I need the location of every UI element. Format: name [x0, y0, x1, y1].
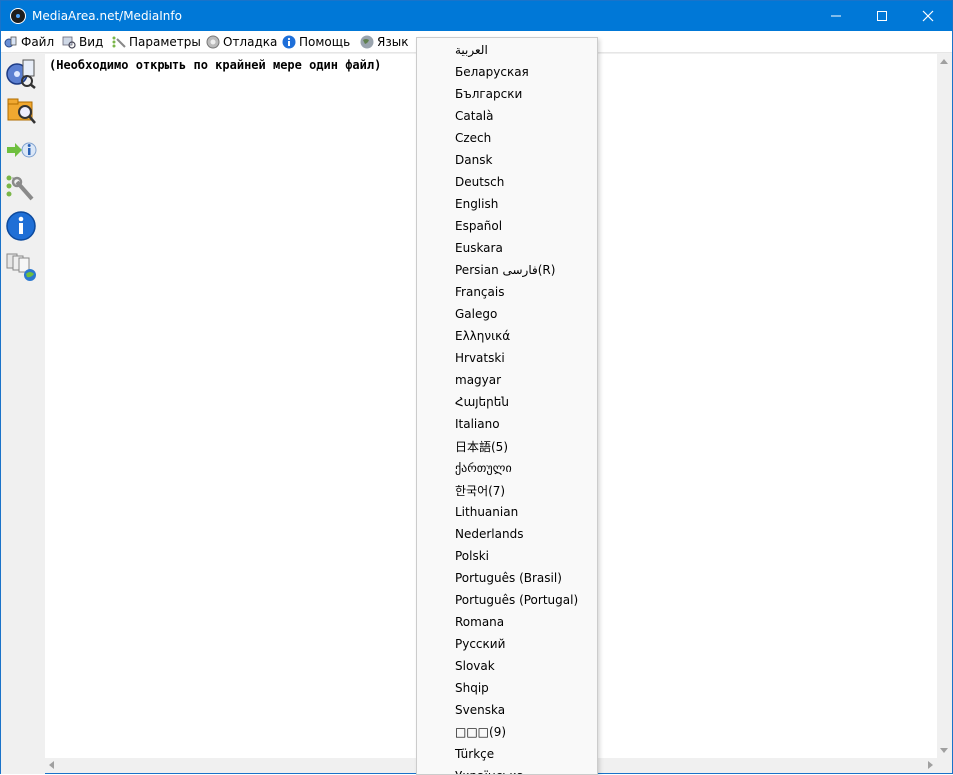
language-menu-item[interactable]: Hrvatski: [417, 347, 597, 369]
maximize-icon: [877, 11, 887, 21]
language-menu-item[interactable]: magyar: [417, 369, 597, 391]
about-button[interactable]: [5, 210, 37, 242]
side-toolbar: [1, 54, 45, 774]
menu-file[interactable]: Файл: [4, 31, 54, 53]
language-menu-item[interactable]: Nederlands: [417, 523, 597, 545]
language-menu-item[interactable]: Polski: [417, 545, 597, 567]
language-menu-item[interactable]: Czech: [417, 127, 597, 149]
menu-debug-label: Отладка: [223, 35, 278, 49]
menu-view-label: Вид: [79, 35, 104, 49]
vertical-scrollbar[interactable]: [937, 54, 952, 758]
preferences-icon: [6, 175, 34, 201]
language-menu-item[interactable]: Romana: [417, 611, 597, 633]
menu-debug[interactable]: Отладка: [206, 31, 277, 53]
language-menu-item[interactable]: Português (Brasil): [417, 567, 597, 589]
scroll-left-icon[interactable]: [49, 761, 54, 769]
menu-help-label: Помощь: [299, 35, 351, 49]
file-icon: [4, 35, 18, 49]
language-menu-item[interactable]: Deutsch: [417, 171, 597, 193]
minimize-icon: [831, 15, 841, 17]
menu-language[interactable]: Язык: [360, 31, 408, 53]
language-menu-item[interactable]: Беларуская: [417, 61, 597, 83]
language-menu-item[interactable]: Türkçe: [417, 743, 597, 765]
language-menu-item[interactable]: Հայերեն: [417, 391, 597, 413]
knowledge-base-button[interactable]: [5, 250, 37, 282]
open-folder-icon: [7, 98, 36, 124]
about-icon: [6, 211, 36, 241]
open-file-button[interactable]: [5, 57, 37, 89]
language-menu-item[interactable]: Português (Portugal): [417, 589, 597, 611]
menu-options-label: Параметры: [129, 35, 201, 49]
view-icon: [62, 35, 76, 49]
scrollbar-corner: [937, 758, 952, 773]
preferences-button[interactable]: [5, 172, 37, 204]
window-title: MediaArea.net/MediaInfo: [32, 9, 182, 23]
app-window: MediaArea.net/MediaInfo Файл Вид Парамет…: [0, 0, 953, 775]
mediainfo-app-icon: [10, 8, 26, 24]
menu-options[interactable]: Параметры: [112, 31, 201, 53]
export-button[interactable]: [5, 134, 37, 166]
language-menu-item[interactable]: Català: [417, 105, 597, 127]
language-menu-item[interactable]: 한국어(7): [417, 479, 597, 501]
menu-view[interactable]: Вид: [62, 31, 103, 53]
language-menu-item[interactable]: Persian فارسی(R): [417, 259, 597, 281]
language-menu-item[interactable]: Dansk: [417, 149, 597, 171]
knowledge-base-icon: [6, 253, 36, 281]
globe-icon: [360, 35, 374, 49]
scroll-up-icon[interactable]: [940, 59, 948, 64]
language-menu-item[interactable]: Русский: [417, 633, 597, 655]
language-menu-item[interactable]: □□□(9): [417, 721, 597, 743]
open-file-icon: [6, 59, 36, 89]
empty-state-message: (Необходимо открыть по крайней мере один…: [49, 58, 382, 72]
language-menu-item[interactable]: العربية: [417, 39, 597, 61]
scroll-right-icon[interactable]: [928, 761, 933, 769]
language-menu-item[interactable]: 日本語(5): [417, 435, 597, 457]
language-menu-item[interactable]: Lithuanian: [417, 501, 597, 523]
language-menu-item[interactable]: Euskara: [417, 237, 597, 259]
export-icon: [7, 142, 37, 158]
language-menu-item[interactable]: Galego: [417, 303, 597, 325]
language-menu-item[interactable]: English: [417, 193, 597, 215]
open-folder-button[interactable]: [5, 94, 37, 126]
title-bar: MediaArea.net/MediaInfo: [1, 1, 952, 31]
language-menu-item[interactable]: Slovak: [417, 655, 597, 677]
language-menu-item[interactable]: Shqip: [417, 677, 597, 699]
language-menu-item[interactable]: Ελληνικά: [417, 325, 597, 347]
language-dropdown-menu: العربية Беларуская Български Català Czech Dan…: [416, 37, 598, 775]
menu-file-label: Файл: [21, 35, 55, 49]
language-menu-item[interactable]: Español: [417, 215, 597, 237]
scroll-down-icon[interactable]: [940, 748, 948, 753]
menu-language-label: Язык: [377, 35, 409, 49]
close-icon: [922, 10, 934, 22]
debug-icon: [206, 35, 220, 49]
language-menu-item[interactable]: Svenska: [417, 699, 597, 721]
language-menu-item[interactable]: Italiano: [417, 413, 597, 435]
options-icon: [112, 35, 126, 49]
menu-help[interactable]: Помощь: [282, 31, 350, 53]
minimize-button[interactable]: [813, 1, 859, 31]
language-menu-item[interactable]: Français: [417, 281, 597, 303]
language-menu-item[interactable]: ქართული: [417, 457, 597, 479]
close-button[interactable]: [905, 1, 951, 31]
language-menu-item[interactable]: Български: [417, 83, 597, 105]
help-icon: [282, 35, 296, 49]
maximize-button[interactable]: [859, 1, 905, 31]
